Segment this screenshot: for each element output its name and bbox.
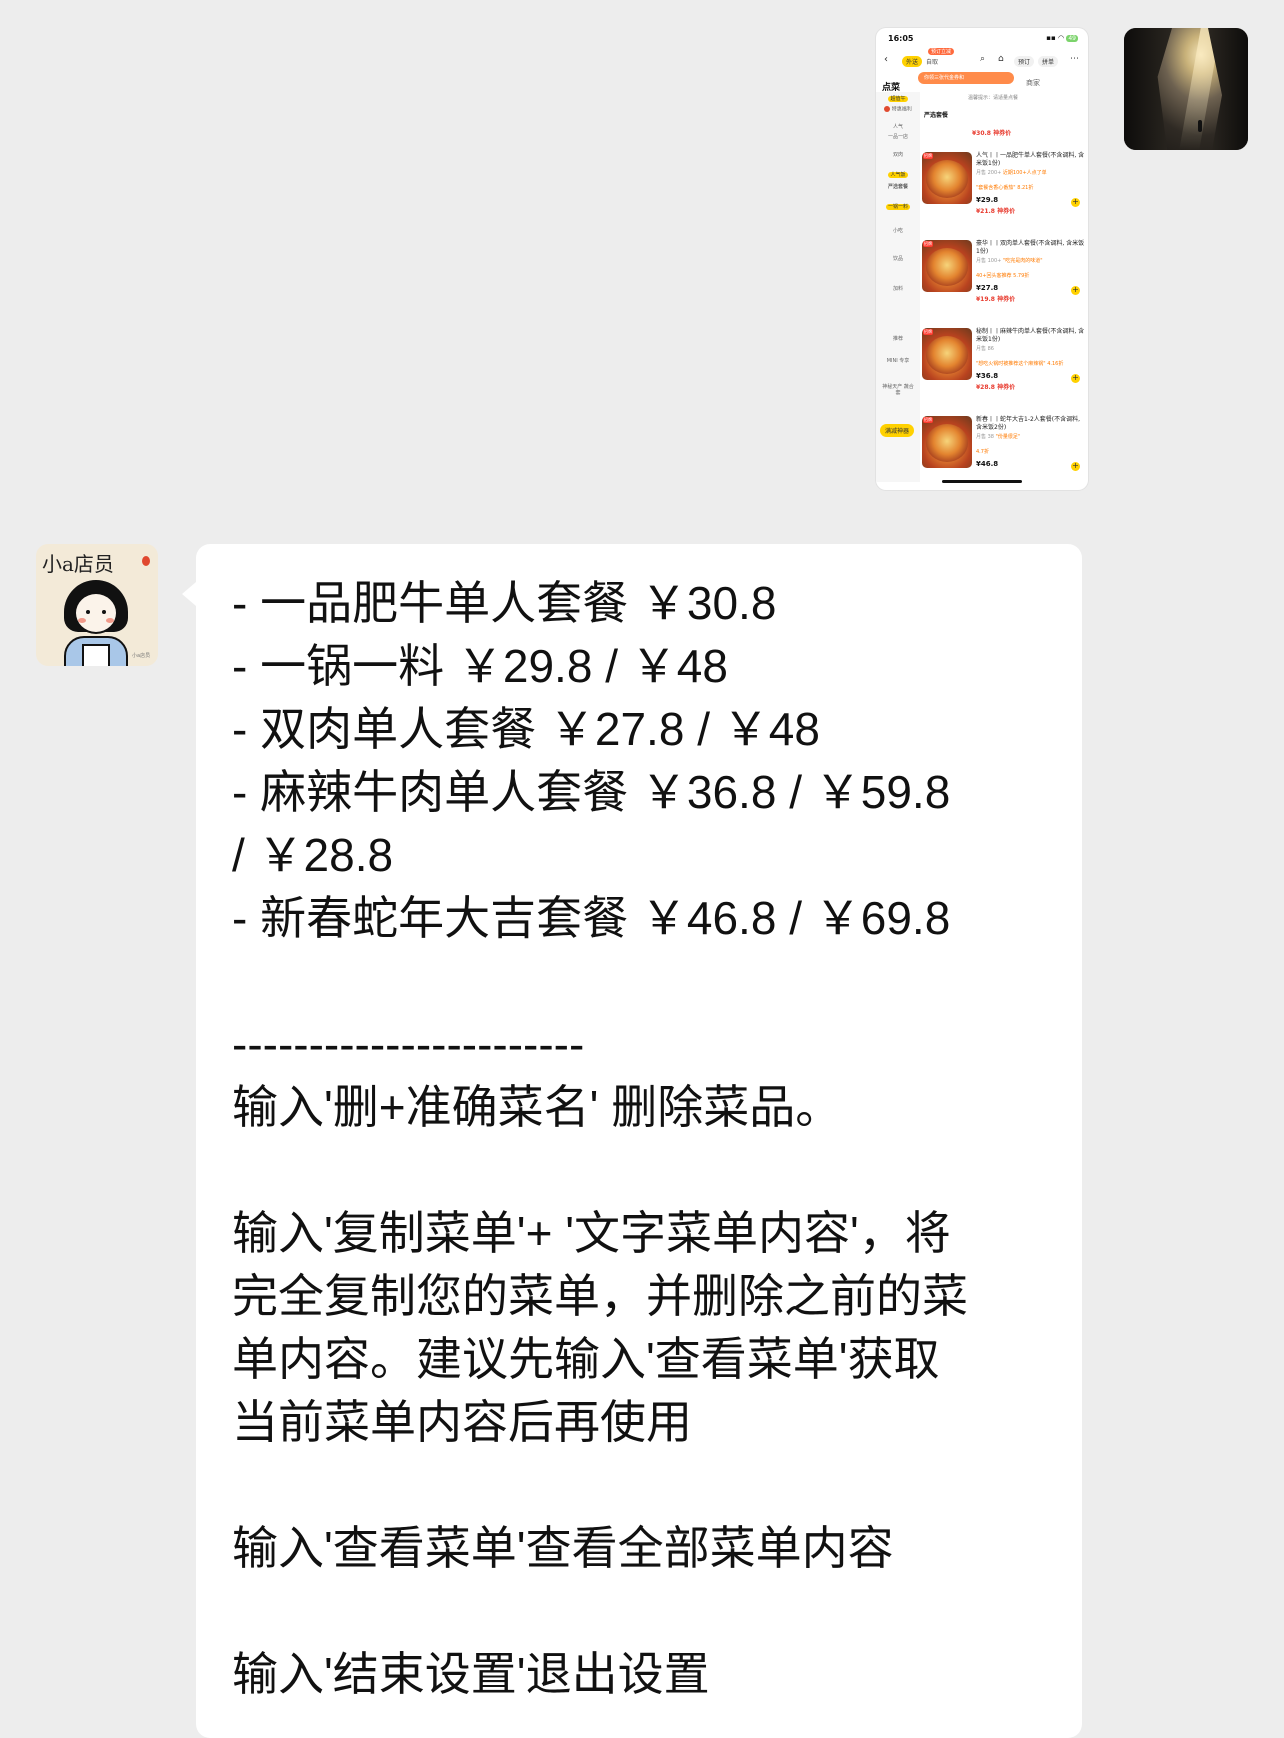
sidebar-item: 神秘天产 蔬合套 — [882, 384, 914, 396]
sidebar-item-active: 严选套餐 — [887, 184, 908, 190]
add-icon: + — [1071, 285, 1080, 295]
cliff-left — [1124, 28, 1172, 150]
coupon-banner: 你领三张代金券和 — [918, 72, 1014, 84]
menu-line: - 一品肥牛单人套餐 ￥30.8 — [232, 577, 777, 629]
avatar-logo-text: 小a店员 — [42, 552, 114, 576]
sidebar-item: 超值午 — [888, 96, 908, 102]
message-text: - 一品肥牛单人套餐 ￥30.8 - 一锅一料 ￥29.8 / ￥48 - 双肉… — [232, 572, 1062, 1706]
cliff-right — [1208, 28, 1248, 150]
discount-tool-button: 满减神器 — [880, 424, 915, 437]
back-arrow-icon: ‹ — [884, 54, 888, 65]
tip-line: 温馨提示：请适量点餐 — [968, 95, 1019, 101]
sidebar-item: 人气 — [892, 124, 903, 130]
menu-item: 招牌 秘制丨丨麻辣牛肉单人套餐(不含调料, 含米饭1份) 月售 86 "想吃火锅… — [922, 328, 1085, 391]
tab-pickup: 自取 — [926, 59, 939, 66]
menu-line: / ￥28.8 — [232, 829, 394, 881]
sidebar-item: 推荐 — [892, 336, 903, 342]
chip-group-order: 拼单 — [1038, 56, 1059, 67]
sidebar-item: 双肉 — [892, 152, 903, 158]
blush — [106, 618, 114, 623]
section-title: 严选套餐 — [924, 112, 949, 119]
instruction-line: 输入'删+准确菜名' 删除菜品。 — [232, 1081, 842, 1133]
instruction-line: 当前菜单内容后再使用 — [232, 1396, 692, 1448]
sidebar-item: 一锅一料 — [885, 204, 910, 210]
menu-item: 招牌 人气丨丨一品肥牛单人套餐(不含调料, 含米饭1份) 月售 200+ 近期1… — [922, 152, 1085, 215]
menu-item: 招牌 新春丨丨蛇年大吉1-2人套餐(不含调料, 含米饭2份) 月售 38 "份量… — [922, 416, 1081, 471]
wifi-icon: ◠ — [1058, 34, 1065, 42]
instruction-line: 输入'结束设置'退出设置 — [232, 1648, 710, 1700]
dish-image: 招牌 — [922, 152, 972, 204]
divider-line: ----------------------- — [232, 1018, 585, 1070]
sidebar-item: 特惠福利 — [880, 106, 916, 113]
battery-icon: 49 — [1066, 35, 1078, 42]
home-indicator — [942, 480, 1022, 483]
dish-image: 招牌 — [922, 416, 972, 468]
preorder-tip: 预订立减 — [928, 48, 955, 55]
dish-image: 招牌 — [922, 328, 972, 380]
dish-image: 招牌 — [922, 240, 972, 292]
sidebar-item: 饮品 — [892, 256, 903, 262]
store-topbar: ‹ 外送 自取 预订立减 ⌕ ⌂ 预订 拼单 ⋯ — [876, 48, 1088, 72]
menu-item: 招牌 豪华丨丨双肉单人套餐(不含调料, 含米饭1份) 月售 100+ "吃完是肉… — [922, 240, 1085, 303]
sent-screenshot-image[interactable]: 16:05 ▪▪ ◠ 49 ‹ 外送 自取 预订立减 ⌕ ⌂ 预订 拼单 ⋯ 你… — [876, 28, 1088, 490]
add-icon: + — [1071, 373, 1080, 383]
menu-line: - 一锅一料 ￥29.8 / ￥48 — [232, 640, 728, 692]
avatar-face — [74, 592, 118, 634]
bot-avatar[interactable]: 小a店员 小a店员 — [36, 544, 158, 666]
instruction-line: 完全复制您的菜单，并删除之前的菜 — [232, 1270, 968, 1322]
menu-line: - 新春蛇年大吉套餐 ￥46.8 / ￥69.8 — [232, 892, 951, 944]
tab-delivery: 外送 — [902, 56, 923, 67]
instruction-line: 输入'查看菜单'查看全部菜单内容 — [232, 1522, 894, 1574]
message-bubble[interactable]: - 一品肥牛单人套餐 ￥30.8 - 一锅一料 ￥29.8 / ￥48 - 双肉… — [182, 544, 1082, 1738]
menu-line: - 双肉单人套餐 ￥27.8 / ￥48 — [232, 703, 820, 755]
self-avatar[interactable] — [1124, 28, 1248, 150]
menu-line: - 麻辣牛肉单人套餐 ￥36.8 / ￥59.8 — [232, 766, 951, 818]
eye-icon — [102, 610, 106, 614]
stamp-icon — [142, 556, 150, 566]
instruction-line: 单内容。建议先输入'查看菜单'获取 — [232, 1333, 940, 1385]
top-price: ¥30.8 神券价 — [972, 130, 1012, 137]
sidebar-item: 加料 — [892, 286, 903, 292]
sidebar-item: MINI 专享 — [886, 358, 910, 364]
more-icon: ⋯ — [1070, 54, 1079, 64]
favorite-icon: ⌂ — [998, 54, 1004, 64]
sidebar-item: 人气饭 — [888, 172, 908, 178]
avatar-apron — [82, 644, 110, 666]
instruction-line: 输入'复制菜单'+ '文字菜单内容'，将 — [232, 1207, 951, 1259]
sidebar-item: 小吃 — [892, 228, 903, 234]
eye-icon — [86, 610, 90, 614]
signal-icon: ▪▪ — [1046, 34, 1056, 42]
chip-preorder: 预订 — [1014, 56, 1035, 67]
add-icon: + — [1071, 197, 1080, 207]
add-icon: + — [1071, 461, 1080, 471]
status-icons: ▪▪ ◠ 49 — [1046, 34, 1078, 42]
walker-figure — [1198, 120, 1202, 132]
status-time: 16:05 — [888, 34, 914, 43]
sidebar-item: 一品一店 — [887, 134, 908, 140]
blush — [78, 618, 86, 623]
search-icon: ⌕ — [980, 54, 986, 64]
merchant-label: 商家 — [1026, 79, 1040, 87]
avatar-signature: 小a店员 — [132, 653, 151, 659]
